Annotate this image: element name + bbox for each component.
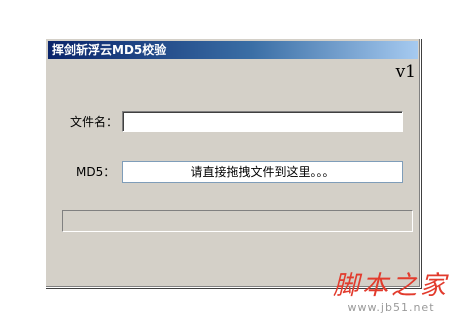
md5-checker-window: 挥剑斩浮云MD5校验 v1 文件名： MD5： 请直接拖拽文件到这里。。。	[45, 38, 421, 288]
site-watermark: 脚本之家 www.jb51.net	[333, 271, 449, 315]
watermark-url: www.jb51.net	[347, 301, 435, 314]
watermark-name: 脚本之家	[332, 271, 449, 301]
md5-drop-zone[interactable]: 请直接拖拽文件到这里。。。	[122, 161, 403, 183]
filename-label: 文件名：	[70, 115, 119, 129]
window-title: 挥剑斩浮云MD5校验	[52, 43, 167, 57]
version-label: v1	[395, 62, 416, 82]
progress-bar	[62, 210, 413, 232]
filename-input[interactable]	[122, 111, 403, 132]
title-bar[interactable]: 挥剑斩浮云MD5校验	[48, 41, 418, 59]
md5-label: MD5：	[76, 165, 116, 179]
